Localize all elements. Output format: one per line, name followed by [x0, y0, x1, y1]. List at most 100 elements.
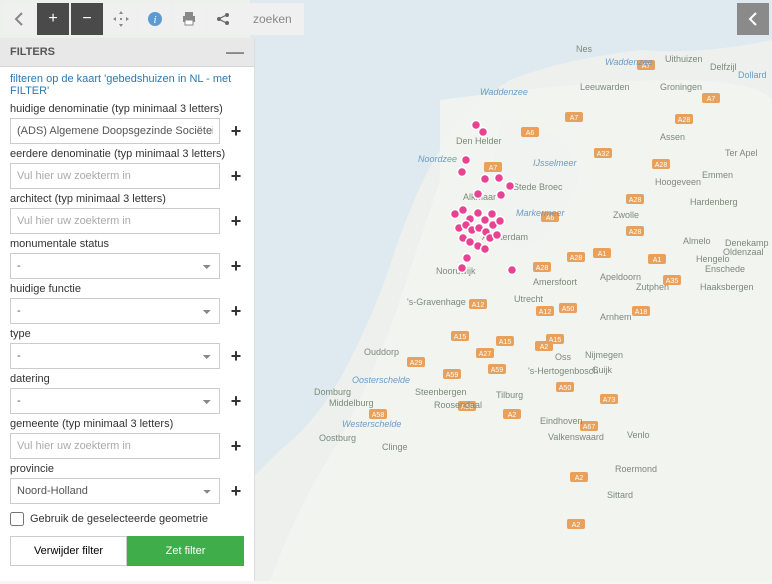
svg-text:A28: A28	[629, 229, 642, 236]
filters-title: FILTERS	[10, 46, 55, 58]
map-marker[interactable]	[481, 245, 490, 254]
add-filter-icon[interactable]: +	[228, 301, 244, 322]
map-marker[interactable]	[481, 175, 490, 184]
road-badge: A1	[648, 254, 666, 264]
map-marker[interactable]	[472, 121, 481, 130]
city-label: Venlo	[627, 430, 650, 440]
water-label: Westerschelde	[342, 419, 401, 429]
add-filter-icon[interactable]: +	[228, 436, 244, 457]
road-badge: A15	[451, 331, 469, 341]
zoom-in-button[interactable]: +	[37, 3, 69, 35]
pan-button[interactable]	[105, 3, 137, 35]
city-label: Arnhem	[600, 312, 632, 322]
filter-input-0[interactable]	[10, 118, 220, 144]
add-filter-icon[interactable]: +	[228, 121, 244, 142]
svg-text:A28: A28	[678, 117, 691, 124]
map-marker[interactable]	[506, 182, 515, 191]
road-badge: A59	[488, 364, 506, 374]
filter-select-3[interactable]: -	[10, 253, 220, 279]
city-label: Uithuizen	[665, 54, 703, 64]
right-toolbar	[737, 3, 769, 35]
road-badge: A2	[535, 341, 553, 351]
map-marker[interactable]	[474, 209, 483, 218]
share-button[interactable]	[207, 3, 239, 35]
map-marker[interactable]	[463, 254, 472, 263]
map-marker[interactable]	[496, 217, 505, 226]
svg-text:A15: A15	[454, 334, 467, 341]
filter-input-1[interactable]	[10, 163, 220, 189]
road-badge: A2	[570, 472, 588, 482]
road-badge: A28	[652, 159, 670, 169]
map-marker[interactable]	[458, 168, 467, 177]
road-badge: A7	[565, 112, 583, 122]
apply-filter-button[interactable]: Zet filter	[127, 536, 244, 566]
zoom-out-button[interactable]: −	[71, 3, 103, 35]
filter-select-6[interactable]: -	[10, 388, 220, 414]
map-marker[interactable]	[458, 264, 467, 273]
road-badge: A28	[533, 262, 551, 272]
city-label: Almelo	[683, 236, 711, 246]
back-button[interactable]	[3, 3, 35, 35]
add-filter-icon[interactable]: +	[228, 391, 244, 412]
use-geometry-checkbox[interactable]	[10, 512, 24, 526]
map-marker[interactable]	[493, 231, 502, 240]
city-label: Valkenswaard	[548, 432, 604, 442]
filter-select-5[interactable]: -	[10, 343, 220, 369]
info-button[interactable]: i	[139, 3, 171, 35]
city-label: Oldenzaal	[723, 247, 764, 257]
city-label: Steenbergen	[415, 387, 467, 397]
collapse-right-button[interactable]	[737, 3, 769, 35]
water-label: Markermeer	[516, 208, 566, 218]
map-marker[interactable]	[495, 174, 504, 183]
add-filter-icon[interactable]: +	[228, 166, 244, 187]
add-filter-icon[interactable]: +	[228, 346, 244, 367]
road-badge: A29	[407, 357, 425, 367]
city-label: Roosendaal	[434, 400, 482, 410]
add-filter-icon[interactable]: +	[228, 211, 244, 232]
svg-text:A28: A28	[536, 265, 549, 272]
svg-text:A15: A15	[499, 339, 512, 346]
filter-select-4[interactable]: -	[10, 298, 220, 324]
city-label: Oss	[555, 352, 572, 362]
filter-select-8[interactable]: Noord-Holland	[10, 478, 220, 504]
filter-scope-link[interactable]: filteren op de kaart 'gebedshuizen in NL…	[10, 73, 244, 97]
road-badge: A28	[626, 194, 644, 204]
road-badge: A15	[496, 336, 514, 346]
road-badge: A59	[443, 369, 461, 379]
map-marker[interactable]	[497, 191, 506, 200]
collapse-filters-icon[interactable]: —	[226, 47, 244, 57]
road-badge: A50	[556, 382, 574, 392]
map-marker[interactable]	[474, 190, 483, 199]
add-filter-icon[interactable]: +	[228, 481, 244, 502]
svg-text:A50: A50	[559, 385, 572, 392]
road-badge: A7	[702, 93, 720, 103]
road-badge: A50	[559, 303, 577, 313]
city-label: Emmen	[702, 170, 733, 180]
print-button[interactable]	[173, 3, 205, 35]
city-label: Oostburg	[319, 433, 356, 443]
svg-text:A2: A2	[572, 522, 581, 529]
map-marker[interactable]	[488, 210, 497, 219]
city-label: Dollard	[738, 70, 767, 80]
map-marker[interactable]	[459, 206, 468, 215]
filter-input-7[interactable]	[10, 433, 220, 459]
city-label: Assen	[660, 132, 685, 142]
svg-text:A1: A1	[598, 251, 607, 258]
svg-text:A32: A32	[597, 151, 610, 158]
svg-text:A67: A67	[583, 424, 596, 431]
city-label: Stede Broec	[513, 182, 563, 192]
remove-filter-button[interactable]: Verwijder filter	[10, 536, 127, 566]
search-input[interactable]: zoeken	[241, 3, 304, 35]
city-label: Groningen	[660, 82, 702, 92]
filter-label: type	[10, 328, 244, 340]
map-marker[interactable]	[462, 156, 471, 165]
filter-label: gemeente (typ minimaal 3 letters)	[10, 418, 244, 430]
map-marker[interactable]	[508, 266, 517, 275]
city-label: Denekamp	[725, 238, 769, 248]
add-filter-icon[interactable]: +	[228, 256, 244, 277]
city-label: Utrecht	[514, 294, 544, 304]
filter-label: huidige functie	[10, 283, 244, 295]
filter-input-2[interactable]	[10, 208, 220, 234]
map-marker[interactable]	[479, 128, 488, 137]
svg-text:A12: A12	[472, 302, 485, 309]
